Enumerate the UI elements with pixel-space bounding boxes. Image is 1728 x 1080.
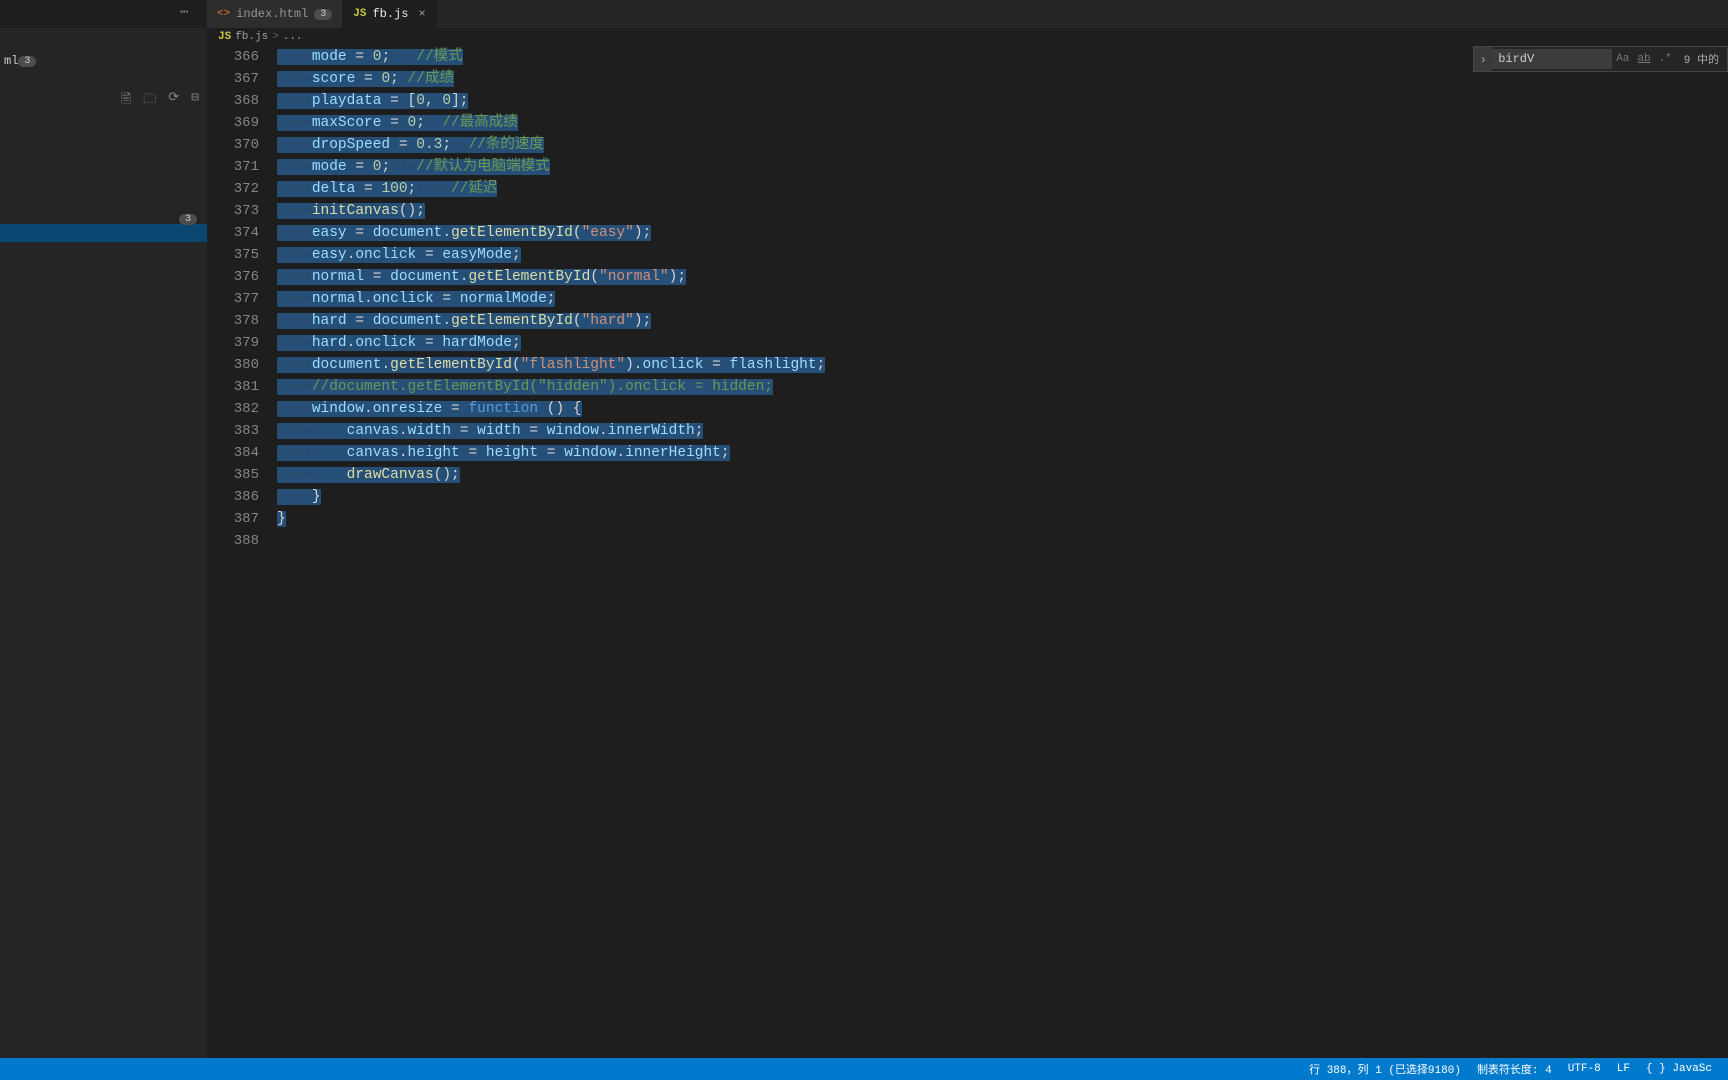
tab-fb-js[interactable]: JS fb.js × [343,0,436,28]
whole-word-icon[interactable]: ab [1633,53,1654,65]
tabs-bar: <> index.html 3 JS fb.js × [207,0,1728,28]
tab-overflow-menu[interactable]: ⋯ [180,4,188,21]
braces-icon: { } [1646,1063,1666,1075]
sidebar-item-label: ml [4,54,18,68]
status-bar: 行 388，列 1 (已选择9180) 制表符长度: 4 UTF-8 LF { … [0,1058,1728,1080]
tab-label: index.html [236,7,308,21]
close-icon[interactable]: × [418,7,425,21]
status-encoding[interactable]: UTF-8 [1560,1063,1609,1075]
status-lang[interactable]: { } JavaSc [1638,1063,1720,1075]
find-result-count: 9 中的 [1676,51,1727,67]
find-expand-icon[interactable]: › [1474,47,1492,71]
status-cursor[interactable]: 行 388，列 1 (已选择9180) [1301,1061,1469,1077]
js-file-icon: JS [218,31,231,43]
new-file-icon[interactable]: 🗎 [121,90,131,112]
status-eol[interactable]: LF [1609,1063,1638,1075]
tab-label: fb.js [372,7,408,21]
find-input[interactable] [1492,49,1612,69]
refresh-icon[interactable]: ⟳ [168,90,179,112]
breadcrumb-file: fb.js [235,31,268,43]
code-content[interactable]: ····mode = 0;···//模式····score = 0; //成绩·… [277,46,1728,1058]
sidebar-item[interactable]: ml 3 [0,52,46,70]
breadcrumb-rest: ... [283,31,303,43]
sidebar-badge: 3 [18,56,36,67]
tab-badge: 3 [314,9,332,20]
collapse-all-icon[interactable]: ⊟ [191,90,199,112]
regex-icon[interactable]: .* [1655,53,1676,65]
status-tabsize[interactable]: 制表符长度: 4 [1469,1061,1560,1077]
html-file-icon: <> [217,8,230,20]
sidebar-badge: 3 [179,214,197,225]
match-case-icon[interactable]: Aa [1612,53,1633,65]
explorer-sidebar: ml 3 🗎 🗀 ⟳ ⊟ 3 [0,28,207,1058]
tab-index-html[interactable]: <> index.html 3 [207,0,343,28]
breadcrumb[interactable]: JS fb.js > ... [0,28,1728,46]
sidebar-item[interactable]: 3 [175,212,207,227]
new-folder-icon[interactable]: 🗀 [143,90,156,112]
code-editor[interactable]: 3663673683693703713723733743753763773783… [207,46,1728,1058]
find-widget: › Aa ab .* 9 中的 [1473,46,1728,72]
line-number-gutter: 3663673683693703713723733743753763773783… [207,46,277,1058]
breadcrumb-separator: > [272,31,279,43]
explorer-toolbar: 🗎 🗀 ⟳ ⊟ [113,86,207,116]
js-file-icon: JS [353,8,366,20]
